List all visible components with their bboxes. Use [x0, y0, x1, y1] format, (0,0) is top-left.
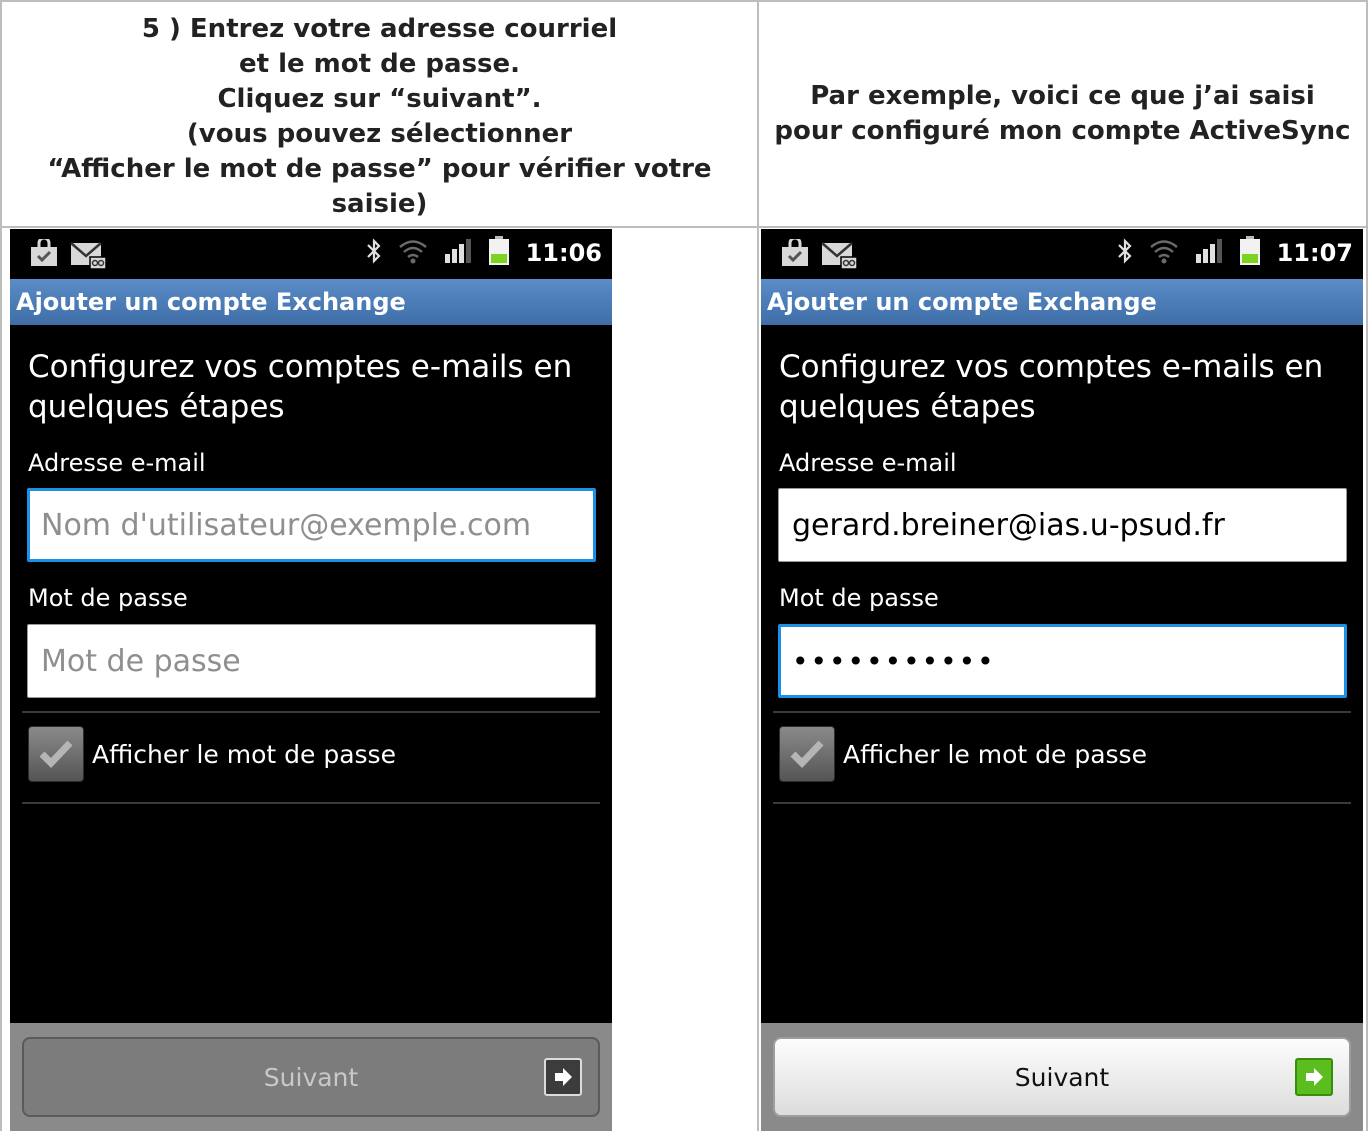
phone-screenshot-filled: 11:07 Ajouter un compte Exchange Configu… — [761, 229, 1363, 1131]
example-heading: Par exemple, voici ce que j’ai saisi pou… — [759, 2, 1366, 226]
checkmark-icon — [790, 740, 824, 769]
wifi-icon — [1149, 238, 1179, 268]
email-field[interactable]: Nom d'utilisateur@exemple.com — [27, 488, 596, 562]
email-label: Adresse e-mail — [779, 449, 957, 477]
heading-line: Par exemple, voici ce que j’ai saisi — [810, 81, 1315, 111]
divider — [773, 711, 1351, 713]
screen-title: Ajouter un compte Exchange — [10, 279, 612, 325]
show-password-checkbox[interactable] — [779, 726, 835, 782]
heading-line: et le mot de passe. — [238, 49, 521, 79]
show-password-checkbox[interactable] — [28, 726, 84, 782]
status-clock: 11:07 — [1276, 239, 1353, 267]
password-label: Mot de passe — [28, 584, 188, 612]
show-password-option[interactable]: Afficher le mot de passe — [28, 725, 396, 783]
status-clock: 11:06 — [525, 239, 602, 267]
next-button[interactable]: Suivant — [773, 1037, 1351, 1117]
button-bar: Suivant — [761, 1023, 1363, 1131]
arrow-right-icon — [1295, 1058, 1333, 1096]
heading-line: saisie) — [331, 189, 428, 219]
battery-icon — [1239, 236, 1261, 270]
button-bar: Suivant — [10, 1023, 612, 1131]
signal-icon — [1195, 238, 1223, 268]
status-bar: 11:06 — [10, 229, 612, 279]
table-border-row — [0, 226, 1368, 228]
shopping-bag-icon — [30, 236, 60, 275]
email-label: Adresse e-mail — [28, 449, 206, 477]
setup-intro-text: Configurez vos comptes e-mails en quelqu… — [28, 349, 573, 425]
setup-intro-text: Configurez vos comptes e-mails en quelqu… — [779, 349, 1324, 425]
wifi-icon — [398, 238, 428, 268]
divider — [22, 711, 600, 713]
show-password-label: Afficher le mot de passe — [843, 739, 1147, 769]
email-field[interactable]: gerard.breiner@ias.u-psud.fr — [778, 488, 1347, 562]
heading-line: “Afficher le mot de passe” pour vérifier… — [47, 154, 712, 184]
shopping-bag-icon — [781, 236, 811, 275]
next-button[interactable]: Suivant — [22, 1037, 600, 1117]
password-label: Mot de passe — [779, 584, 939, 612]
show-password-option[interactable]: Afficher le mot de passe — [779, 725, 1147, 783]
checkmark-icon — [39, 740, 73, 769]
heading-line: Cliquez sur “suivant”. — [217, 84, 542, 114]
heading-line: 5 ) Entrez votre adresse courriel — [141, 14, 618, 44]
next-button-label: Suivant — [1014, 1062, 1110, 1092]
next-button-label: Suivant — [263, 1062, 359, 1092]
signal-icon — [444, 238, 472, 268]
bluetooth-icon — [366, 237, 382, 269]
divider — [773, 802, 1351, 804]
divider — [22, 802, 600, 804]
password-field[interactable]: Mot de passe — [27, 624, 596, 698]
arrow-right-icon — [544, 1058, 582, 1096]
password-field[interactable]: ••••••••••• — [778, 624, 1347, 698]
heading-line: (vous pouvez sélectionner — [186, 119, 573, 149]
mail-icon — [821, 239, 859, 275]
status-bar: 11:07 — [761, 229, 1363, 279]
mail-icon — [70, 239, 108, 275]
phone-screenshot-empty: 11:06 Ajouter un compte Exchange Configu… — [10, 229, 612, 1131]
battery-icon — [488, 236, 510, 270]
bluetooth-icon — [1117, 237, 1133, 269]
show-password-label: Afficher le mot de passe — [92, 739, 396, 769]
screen-title: Ajouter un compte Exchange — [761, 279, 1363, 325]
heading-line: pour configuré mon compte ActiveSync — [774, 116, 1351, 146]
step-instruction-heading: 5 ) Entrez votre adresse courriel et le … — [2, 8, 757, 226]
